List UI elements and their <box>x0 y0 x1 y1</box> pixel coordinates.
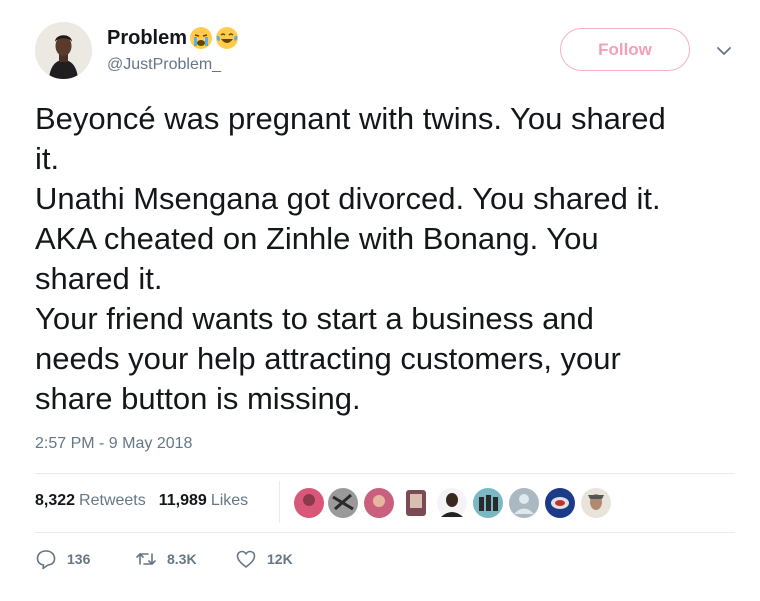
follow-button[interactable]: Follow <box>560 28 690 71</box>
liker-avatar[interactable] <box>581 488 611 518</box>
default-avatar[interactable] <box>509 488 539 518</box>
likes-count: 11,989 <box>158 492 207 509</box>
tweet-line: share button is missing. <box>35 381 361 416</box>
tweet-line: Unathi Msengana got divorced. You shared… <box>35 181 661 216</box>
tweet-text: Beyoncé was pregnant with twins. You sha… <box>35 99 740 419</box>
tweet-stats: 8,322 Retweets 11,989 Likes <box>35 492 248 510</box>
retweets-label: Retweets <box>79 492 146 509</box>
author-name-row: Problem <box>107 26 239 50</box>
reply-count: 136 <box>67 551 91 567</box>
divider <box>35 473 735 474</box>
liker-avatar[interactable] <box>328 488 358 518</box>
tweet-line: AKA cheated on Zinhle with Bonang. You <box>35 221 599 256</box>
tweet-line: shared it. <box>35 261 163 296</box>
reply-action[interactable]: 136 <box>35 548 135 570</box>
like-action[interactable]: 12K <box>235 548 335 570</box>
retweet-count: 8.3K <box>167 551 197 567</box>
liker-avatar[interactable] <box>294 488 324 518</box>
tweet-actions: 136 8.3K 12K <box>35 548 335 570</box>
retweets-stat[interactable]: 8,322 Retweets <box>35 492 146 510</box>
tweet-line: Beyoncé was pregnant with twins. You sha… <box>35 101 666 136</box>
divider <box>35 532 735 533</box>
likes-label: Likes <box>210 492 249 509</box>
tweet-line: needs your help attracting customers, yo… <box>35 341 621 376</box>
liker-avatar[interactable] <box>545 488 575 518</box>
retweets-count: 8,322 <box>35 492 76 509</box>
like-count: 12K <box>267 551 293 567</box>
author-avatar[interactable] <box>35 22 92 79</box>
liker-avatars <box>294 488 611 518</box>
liker-avatar[interactable] <box>406 490 426 516</box>
tweet-line: Your friend wants to start a business an… <box>35 301 594 336</box>
retweet-icon <box>136 553 156 565</box>
tweet-timestamp[interactable]: 2:57 PM - 9 May 2018 <box>35 435 192 453</box>
likes-stat[interactable]: 11,989 Likes <box>159 492 248 510</box>
tears-of-joy-emoji <box>216 27 239 49</box>
author-handle[interactable]: @JustProblem_ <box>107 56 221 74</box>
chevron-down-icon[interactable] <box>713 40 735 62</box>
liker-avatar[interactable] <box>364 488 394 518</box>
author-name[interactable]: Problem <box>107 27 187 50</box>
tweet-line: it. <box>35 141 60 176</box>
crying-face-emoji <box>190 27 213 49</box>
liker-avatar[interactable] <box>473 488 503 518</box>
stats-separator <box>279 481 280 523</box>
heart-icon <box>236 550 256 568</box>
profile-photo <box>35 22 92 79</box>
liker-avatar[interactable] <box>437 488 467 518</box>
reply-icon <box>36 550 56 570</box>
retweet-action[interactable]: 8.3K <box>135 548 235 570</box>
